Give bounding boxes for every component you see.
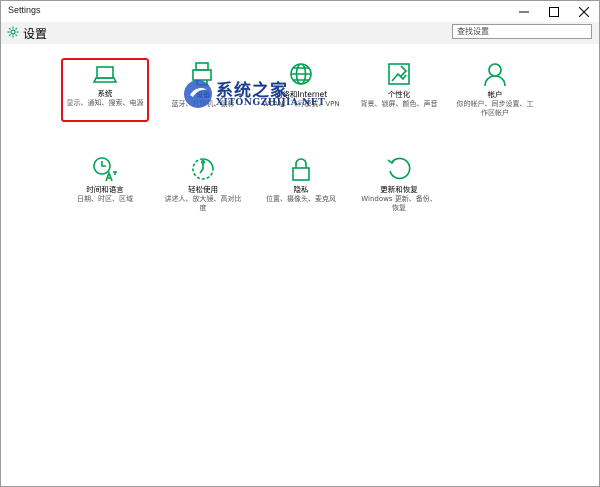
maximize-icon <box>549 7 559 17</box>
tile-ease-of-access-desc: 讲述人、放大镜、高对比度 <box>164 195 242 212</box>
tile-accounts[interactable]: 帐户 你的帐户、同步设置、工作区帐户 <box>450 61 540 118</box>
page-title: 设置 <box>23 27 48 41</box>
close-icon <box>579 7 589 17</box>
watermark-en: XITONGZHIJIA.NET <box>216 98 326 108</box>
selection-highlight <box>61 58 149 122</box>
time-language-icon <box>93 157 117 182</box>
tile-privacy-desc: 位置、摄像头、麦克风 <box>266 195 336 203</box>
lock-icon <box>292 158 310 181</box>
maximize-button[interactable] <box>539 1 569 22</box>
tile-privacy-label: 隐私 <box>293 185 309 194</box>
personalization-icon <box>388 63 410 85</box>
settings-header: 设置 查找设置 <box>1 22 599 44</box>
tile-update-recovery-label: 更新和恢复 <box>380 185 418 194</box>
watermark: 系统之家 XITONGZHIJIA.NET <box>182 76 362 126</box>
tile-privacy[interactable]: 隐私 位置、摄像头、麦克风 <box>256 156 346 204</box>
person-icon <box>484 63 506 87</box>
tile-accounts-desc: 你的帐户、同步设置、工作区帐户 <box>456 100 534 117</box>
window-title: Settings <box>8 5 41 15</box>
tile-personalization-label: 个性化 <box>387 90 411 99</box>
tile-time-language[interactable]: 时间和语言 日期、时区、区域 <box>60 156 150 204</box>
search-input[interactable]: 查找设置 <box>452 24 592 39</box>
tile-ease-of-access[interactable]: 轻松使用 讲述人、放大镜、高对比度 <box>158 156 248 213</box>
settings-window: Settings 设置 查找设置 系统 显示、通知、搜索、电源 网络和Inter… <box>0 0 600 487</box>
tile-personalization-desc: 背景、锁屏、颜色、声音 <box>360 100 438 108</box>
minimize-icon <box>519 11 529 13</box>
tile-time-language-label: 时间和语言 <box>86 185 124 194</box>
tile-time-language-desc: 日期、时区、区域 <box>77 195 133 203</box>
tile-ease-of-access-label: 轻松使用 <box>188 185 218 194</box>
tile-personalization[interactable]: 个性化 背景、锁屏、颜色、声音 <box>354 61 444 109</box>
title-bar[interactable]: Settings <box>1 1 599 22</box>
tile-accounts-label: 帐户 <box>487 90 503 99</box>
update-icon <box>387 157 411 180</box>
gear-icon <box>7 26 19 38</box>
minimize-button[interactable] <box>509 1 539 22</box>
close-button[interactable] <box>569 1 599 22</box>
tile-update-recovery[interactable]: 更新和恢复 Windows 更新、备份、恢复 <box>354 156 444 213</box>
ease-of-access-icon <box>192 158 214 180</box>
watermark-logo-icon <box>184 80 212 108</box>
tile-update-recovery-desc: Windows 更新、备份、恢复 <box>361 195 437 212</box>
